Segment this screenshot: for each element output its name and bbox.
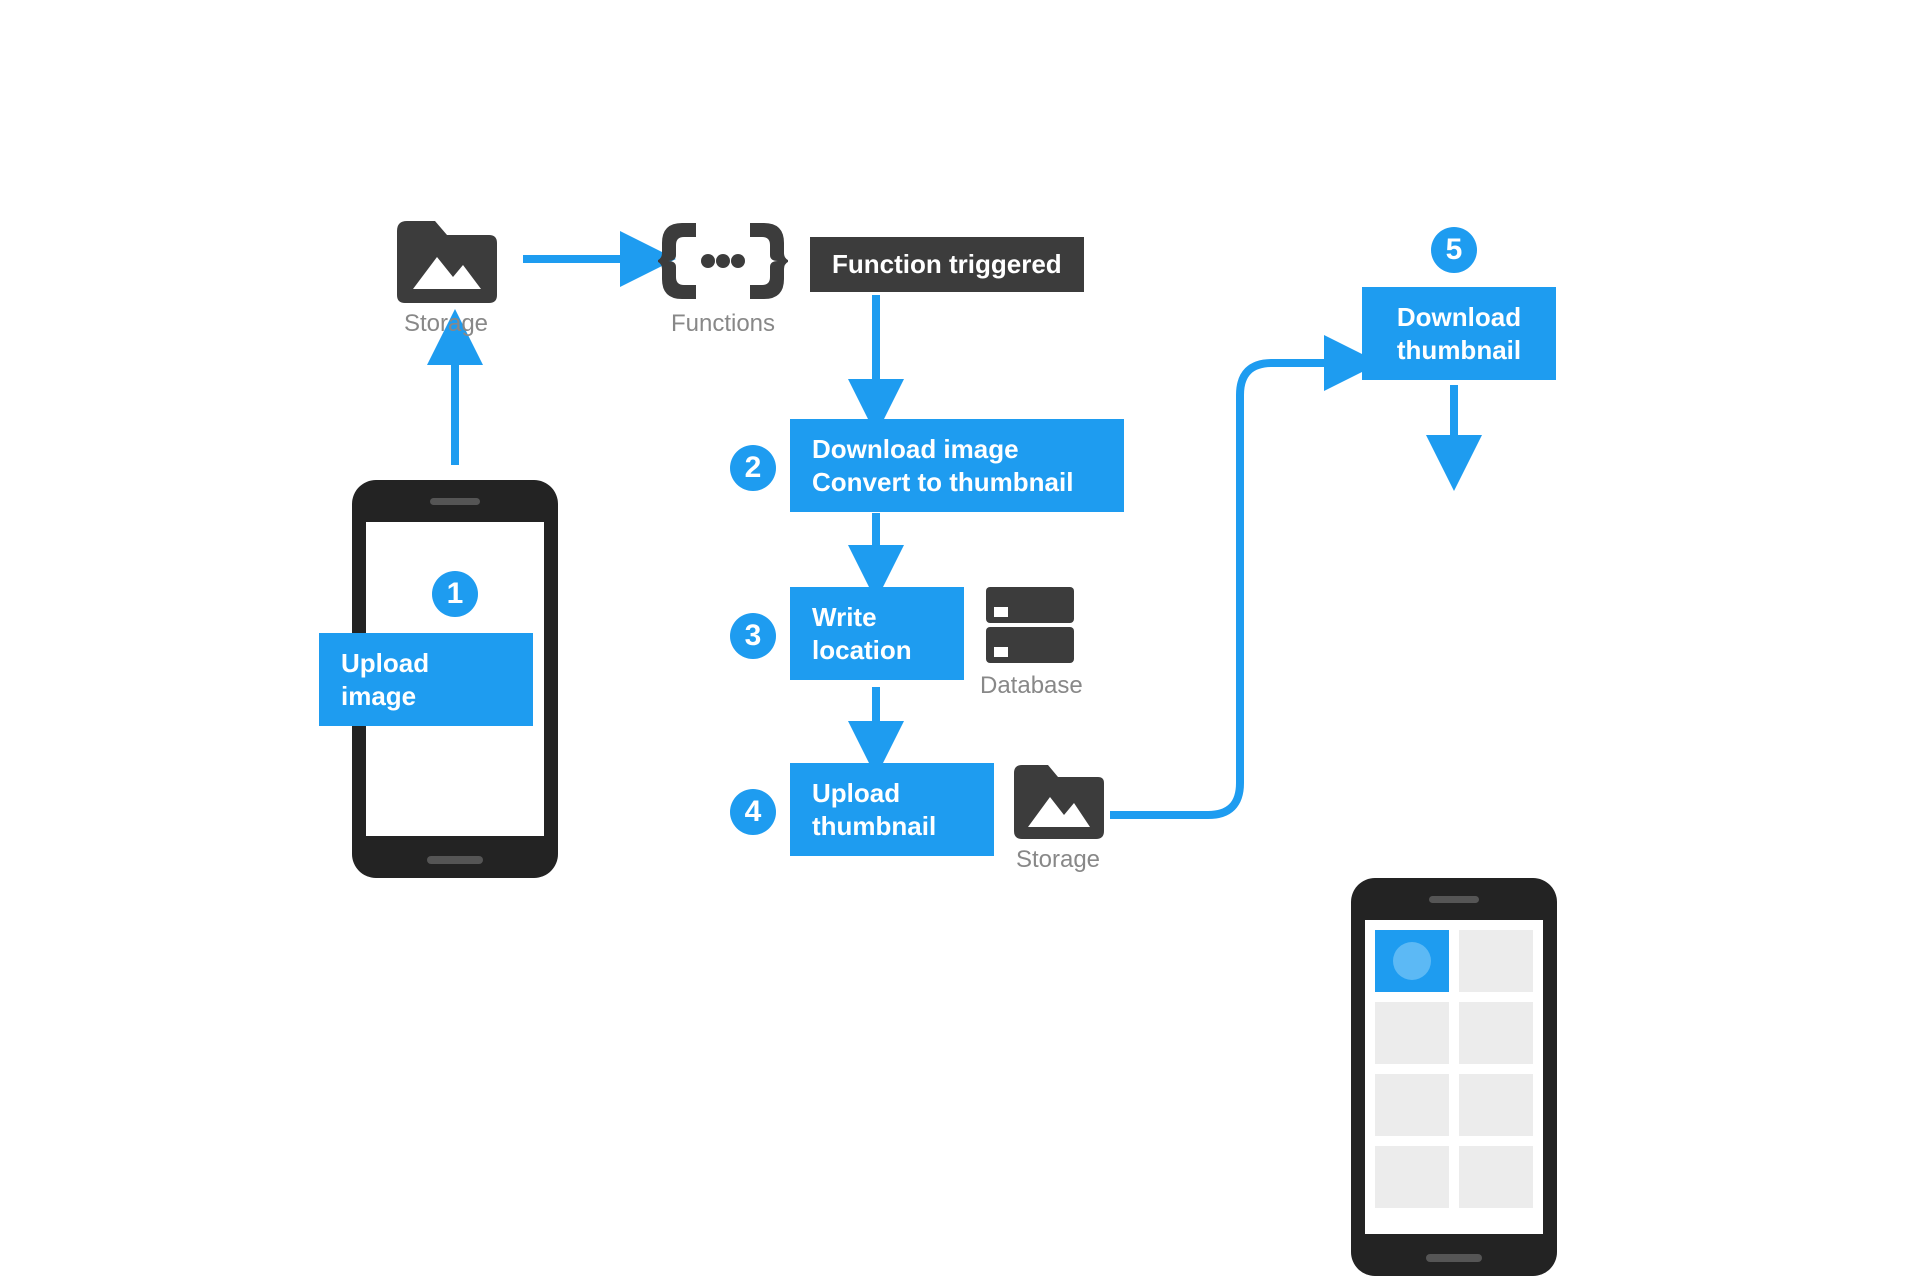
storage-icon: Storage [391,213,501,338]
phone-gallery [1351,878,1557,1276]
thumb-cell [1459,930,1533,992]
storage2-label: Storage [1008,846,1108,874]
thumb-cell [1375,1074,1449,1136]
step-4-badge: 4 [730,789,776,835]
arrow-storage-to-download [1110,363,1352,815]
step-4-label: Upload thumbnail [790,763,994,856]
flow-diagram: Storage Functions Function triggered 1 U… [240,135,1680,945]
storage-label: Storage [391,310,501,338]
storage-icon-2: Storage [1008,757,1108,874]
step-3-label: Write location [790,587,964,680]
function-triggered-box: Function triggered [810,237,1084,292]
step-3-badge: 3 [730,613,776,659]
functions-icon: Functions [658,217,788,338]
step-2-label: Download image Convert to thumbnail [790,419,1124,512]
database-label: Database [980,672,1080,700]
thumb-cell [1375,1146,1449,1208]
step-1-badge: 1 [432,571,478,617]
step-5-badge: 5 [1431,227,1477,273]
step-2-badge: 2 [730,445,776,491]
gallery-screen [1365,920,1543,1234]
thumb-cell [1459,1146,1533,1208]
step-5-label: Download thumbnail [1362,287,1556,380]
functions-label: Functions [658,310,788,338]
database-icon: Database [980,581,1090,700]
thumb-cell [1375,930,1449,992]
thumb-cell [1459,1074,1533,1136]
thumb-cell [1459,1002,1533,1064]
step-1-label: Upload image [319,633,533,726]
thumb-cell [1375,1002,1449,1064]
